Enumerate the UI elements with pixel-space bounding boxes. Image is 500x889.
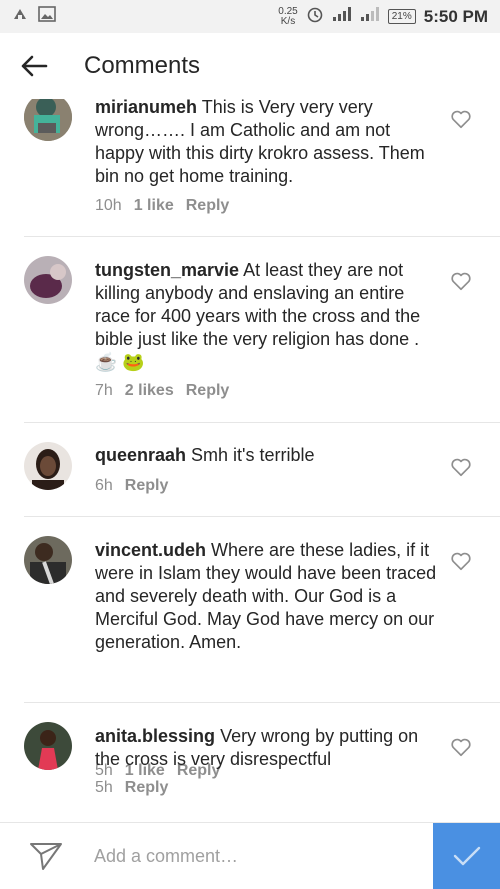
divider bbox=[24, 702, 500, 703]
comment-username[interactable]: anita.blessing bbox=[95, 726, 215, 746]
comment-username[interactable]: vincent.udeh bbox=[95, 540, 206, 560]
page-title: Comments bbox=[84, 52, 201, 79]
comment-meta: 7h 2 likes Reply bbox=[95, 382, 229, 400]
heart-icon[interactable] bbox=[450, 550, 472, 572]
avatar[interactable] bbox=[24, 99, 72, 141]
reply-button[interactable]: Reply bbox=[125, 779, 169, 797]
heart-icon[interactable] bbox=[450, 270, 472, 292]
comment-input[interactable] bbox=[92, 844, 416, 868]
comment-likes[interactable]: 1 like bbox=[134, 197, 174, 215]
heart-icon[interactable] bbox=[450, 456, 472, 478]
comment-time: 5h bbox=[95, 779, 113, 796]
comment-text: anita.blessing Very wrong by putting on … bbox=[95, 725, 440, 771]
heart-icon[interactable] bbox=[450, 108, 472, 130]
divider bbox=[24, 236, 500, 237]
comment-list[interactable]: mirianumeh This is Very very very wrong…… bbox=[0, 99, 500, 822]
comment-username[interactable]: queenraah bbox=[95, 445, 186, 465]
alarm-icon bbox=[306, 5, 324, 28]
reply-button[interactable]: Reply bbox=[186, 382, 230, 400]
data-signal-icon bbox=[360, 7, 380, 26]
comment-time: 6h bbox=[95, 477, 113, 494]
divider bbox=[24, 516, 500, 517]
battery-icon: 21% bbox=[387, 9, 416, 24]
signal-icon bbox=[332, 7, 352, 26]
avatar[interactable] bbox=[24, 442, 72, 490]
comment-username[interactable]: tungsten_marvie bbox=[95, 260, 239, 280]
direct-share-button[interactable] bbox=[16, 823, 76, 889]
comment-body: Smh it's terrible bbox=[191, 445, 315, 465]
network-speed: 0.25 K/s bbox=[278, 5, 298, 27]
avatar[interactable] bbox=[24, 722, 72, 770]
post-button[interactable] bbox=[433, 823, 500, 889]
header: Comments bbox=[0, 33, 500, 99]
comment-meta: 5h Reply bbox=[95, 779, 168, 797]
heart-icon[interactable] bbox=[450, 736, 472, 758]
comment-text: vincent.udeh Where are these ladies, if … bbox=[95, 539, 440, 654]
comment-time: 7h bbox=[95, 382, 113, 399]
reply-button[interactable]: Reply bbox=[186, 197, 230, 215]
image-icon bbox=[38, 6, 56, 27]
arrow-left-icon bbox=[21, 55, 48, 77]
checkmark-icon bbox=[453, 846, 480, 866]
comment-text: queenraah Smh it's terrible bbox=[95, 444, 440, 467]
avatar[interactable] bbox=[24, 256, 72, 304]
clock: 5:50 PM bbox=[423, 6, 488, 26]
avatar[interactable] bbox=[24, 536, 72, 584]
reply-button[interactable]: Reply bbox=[125, 477, 169, 495]
status-bar: 0.25 K/s 21% 5:50 PM bbox=[0, 0, 500, 33]
back-button[interactable] bbox=[4, 33, 64, 99]
divider bbox=[24, 422, 500, 423]
comment-text: tungsten_marvie At least they are not ki… bbox=[95, 259, 440, 374]
paper-plane-icon bbox=[30, 843, 62, 870]
comment-time: 10h bbox=[95, 197, 122, 214]
comment-likes[interactable]: 2 likes bbox=[125, 382, 174, 400]
notification-icon bbox=[12, 6, 28, 27]
comment-meta: 10h 1 like Reply bbox=[95, 197, 229, 215]
comment-composer bbox=[0, 822, 500, 889]
comment-text: mirianumeh This is Very very very wrong…… bbox=[95, 99, 440, 188]
comment-username[interactable]: mirianumeh bbox=[95, 99, 197, 117]
comment-meta: 6h Reply bbox=[95, 477, 168, 495]
